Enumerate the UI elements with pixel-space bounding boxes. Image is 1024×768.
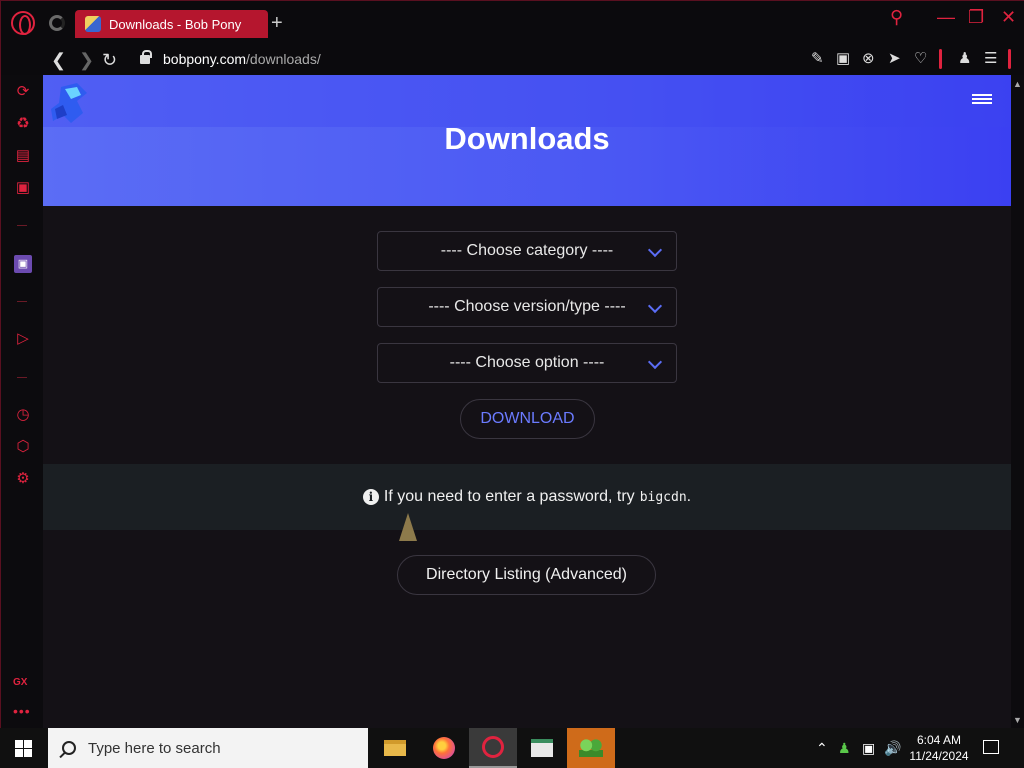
firefox-app[interactable] <box>420 728 468 768</box>
url-field[interactable]: bobpony.com/downloads/ <box>163 51 321 67</box>
divider-bar <box>939 49 942 69</box>
lock-icon[interactable] <box>140 50 152 64</box>
tab-downloads[interactable]: Downloads - Bob Pony <box>75 10 268 38</box>
tray-people-icon[interactable]: ♟ <box>838 739 851 757</box>
scroll-up-icon[interactable]: ▲ <box>1013 79 1022 89</box>
folder-icon <box>384 740 406 756</box>
opera-gx-app[interactable] <box>469 728 517 768</box>
sidebar-separator-3 <box>17 377 27 378</box>
easy-setup-icon[interactable]: ☰ <box>984 50 997 68</box>
sidebar-separator <box>17 225 27 226</box>
page-title: Downloads <box>444 121 610 156</box>
hero-banner: Downloads <box>43 75 1011 206</box>
download-button[interactable]: DOWNLOAD <box>460 399 595 439</box>
messenger-icon[interactable]: ▣ <box>14 179 32 197</box>
notice-period: . <box>686 488 692 505</box>
scrollbar[interactable]: ▲ ▼ <box>1011 75 1024 729</box>
category-select-label: ---- Choose category ---- <box>440 242 614 259</box>
hamburger-menu-icon[interactable] <box>972 94 992 104</box>
windows-start-icon[interactable] <box>15 740 32 757</box>
close-icon[interactable]: ✕ <box>1001 7 1016 27</box>
speed-limiter-icon[interactable]: ⟳ <box>14 83 32 101</box>
divider-bar-right <box>1008 49 1011 69</box>
directory-listing-button[interactable]: Directory Listing (Advanced) <box>397 555 656 595</box>
heart-icon[interactable]: ♡ <box>914 50 927 68</box>
more-options-icon[interactable]: ••• <box>13 703 31 719</box>
chevron-down-icon <box>647 298 663 314</box>
app-window-icon <box>531 739 553 757</box>
info-icon: i <box>362 489 379 505</box>
category-select[interactable]: ---- Choose category ---- <box>377 231 677 271</box>
site-logo[interactable] <box>47 79 91 127</box>
minimize-icon[interactable]: — <box>937 7 955 27</box>
browser-window: Downloads - Bob Pony + ⚲ — ❐ ✕ ❮ ❯ ↻ bob… <box>0 0 1024 729</box>
tab-strip: Downloads - Bob Pony + ⚲ — ❐ ✕ <box>1 1 1024 45</box>
url-path: /downloads/ <box>246 51 321 67</box>
forward-icon[interactable]: ❯ <box>79 49 94 71</box>
password-code: bigcdn <box>639 489 687 505</box>
firefox-icon <box>433 737 455 759</box>
clock-date: 11/24/2024 <box>909 749 969 763</box>
file-explorer-app[interactable] <box>371 728 419 768</box>
network-icon[interactable]: ▣ <box>862 739 875 757</box>
scroll-down-icon[interactable]: ▼ <box>1013 715 1022 725</box>
option-select-label: ---- Choose option ---- <box>449 354 605 371</box>
tab-title: Downloads - Bob Pony <box>109 16 242 32</box>
reload-icon[interactable]: ↻ <box>102 49 117 71</box>
gx-corner-news-icon[interactable]: ▤ <box>14 147 32 165</box>
snapshot-edit-icon[interactable]: ✎ <box>811 50 824 68</box>
camera-icon[interactable]: ▣ <box>836 50 850 68</box>
page-content: Downloads ---- Choose category ---- ----… <box>43 75 1011 729</box>
version-select[interactable]: ---- Choose version/type ---- <box>377 287 677 327</box>
opera-icon <box>482 736 504 758</box>
new-tab-icon[interactable]: + <box>271 13 283 33</box>
option-select[interactable]: ---- Choose option ---- <box>377 343 677 383</box>
maximize-icon[interactable]: ❐ <box>968 7 984 27</box>
mouse-cursor-icon <box>399 513 417 541</box>
player-icon[interactable]: ▷ <box>14 330 32 348</box>
favicon-icon <box>85 16 101 32</box>
chevron-down-icon <box>647 242 663 258</box>
cleaner-icon[interactable]: ♻ <box>14 115 32 133</box>
search-tabs-icon[interactable]: ⚲ <box>890 7 903 27</box>
opera-menu-icon[interactable] <box>11 11 35 35</box>
version-select-label: ---- Choose version/type ---- <box>428 298 626 315</box>
send-icon[interactable]: ➤ <box>888 50 901 68</box>
extensions-icon[interactable]: ⬡ <box>14 438 32 456</box>
tray-expand-icon[interactable]: ⌃ <box>816 739 828 757</box>
taskbar-clock[interactable]: 6:04 AM 11/24/2024 <box>908 732 970 764</box>
settings-icon[interactable]: ⚙ <box>14 470 32 488</box>
gx-label[interactable]: GX <box>13 677 27 688</box>
chevron-down-icon <box>647 354 663 370</box>
adblock-icon[interactable]: ⊗ <box>862 50 875 68</box>
window-app[interactable] <box>518 728 566 768</box>
taskbar-search[interactable]: Type here to search <box>48 728 368 768</box>
notice-text: If you need to enter a password, try <box>383 488 635 505</box>
address-bar: ❮ ❯ ↻ bobpony.com/downloads/ ✎ ▣ ⊗ ➤ ♡ ♟… <box>1 45 1024 75</box>
people-app[interactable] <box>567 728 615 768</box>
clock-time: 6:04 AM <box>916 733 962 747</box>
windows-taskbar: Type here to search ⌃ ♟ ▣ 🔊 6:04 AM 11/2… <box>0 728 1024 768</box>
people-icon <box>579 739 603 757</box>
sidebar: ⟳ ♻ ▤ ▣ ▣ ▷ ◷ ⬡ ⚙ GX ••• <box>1 75 43 729</box>
password-notice: i If you need to enter a password, try b… <box>43 464 1011 530</box>
search-placeholder: Type here to search <box>88 739 221 757</box>
twitch-icon[interactable]: ▣ <box>14 255 32 273</box>
volume-icon[interactable]: 🔊 <box>884 739 901 757</box>
search-icon <box>62 741 76 755</box>
url-domain: bobpony.com <box>163 51 247 67</box>
back-icon[interactable]: ❮ <box>51 49 66 71</box>
history-icon[interactable]: ◷ <box>14 406 32 424</box>
gx-corner-icon[interactable] <box>49 15 65 31</box>
profile-icon[interactable]: ♟ <box>958 50 971 68</box>
notification-center-icon[interactable] <box>983 740 999 754</box>
sidebar-separator-2 <box>17 301 27 302</box>
